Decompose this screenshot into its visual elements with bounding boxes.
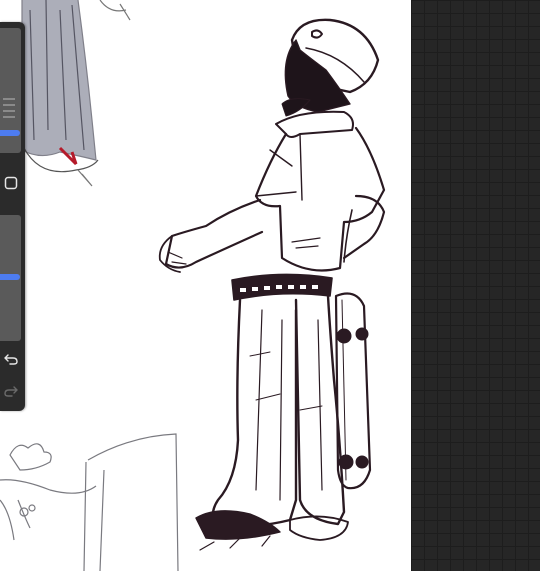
brush-size-slider[interactable] bbox=[0, 28, 21, 153]
brush-size-slider-handle[interactable] bbox=[0, 130, 20, 136]
redo-button[interactable] bbox=[0, 380, 21, 402]
sketch-artwork bbox=[0, 0, 386, 571]
character-figure bbox=[158, 18, 386, 551]
redo-arrow-icon bbox=[3, 386, 18, 397]
workspace-background bbox=[411, 0, 540, 571]
undo-arrow-icon bbox=[3, 354, 18, 365]
modify-button[interactable] bbox=[0, 172, 21, 194]
slider-ticks bbox=[3, 98, 15, 122]
tool-sidebar bbox=[0, 22, 25, 411]
square-icon bbox=[4, 176, 17, 190]
drawing-canvas[interactable] bbox=[0, 0, 411, 571]
leg-sketch-top-left bbox=[21, 0, 131, 187]
sketch-bottom-left bbox=[0, 433, 179, 571]
opacity-slider[interactable] bbox=[0, 215, 21, 341]
opacity-slider-handle[interactable] bbox=[0, 274, 20, 280]
undo-button[interactable] bbox=[0, 348, 21, 370]
